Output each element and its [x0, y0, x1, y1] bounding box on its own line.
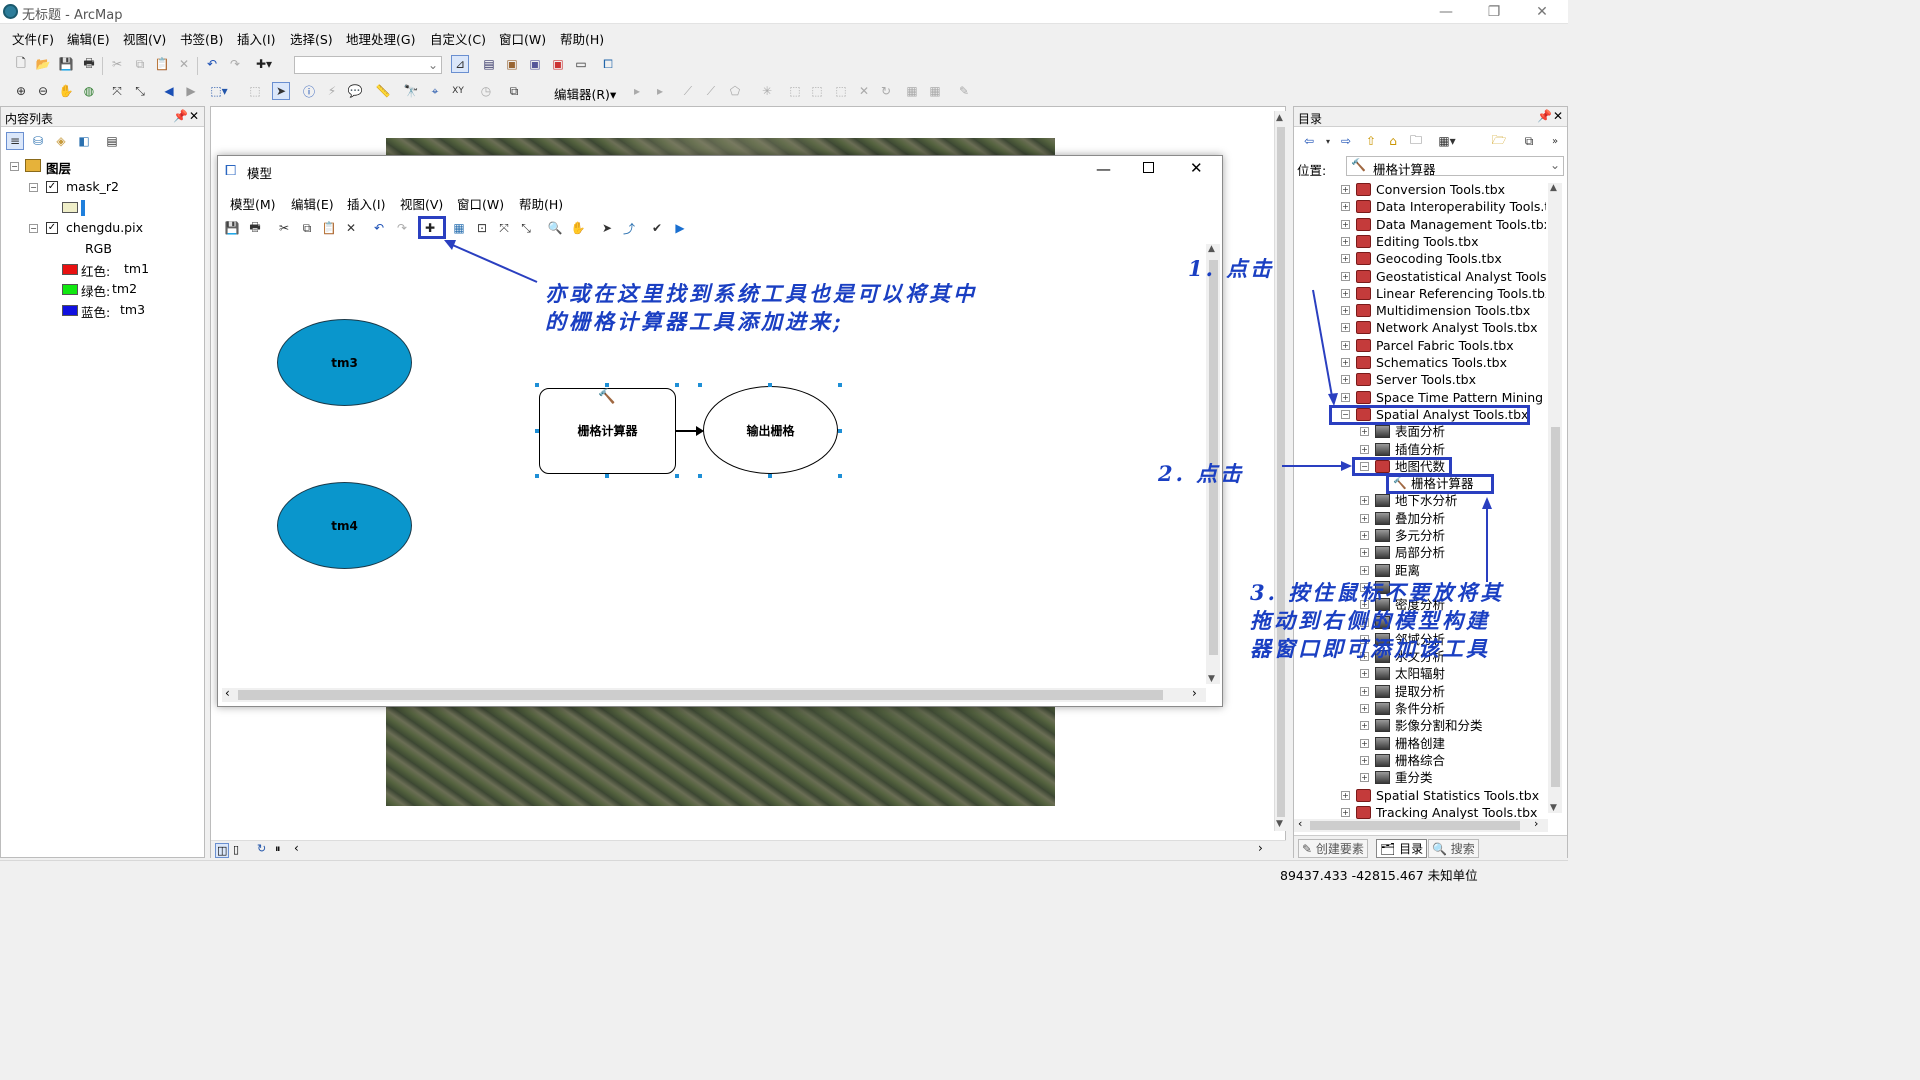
annotation-step-3-line2: 拖动到右侧的模型构建 [1250, 608, 1490, 633]
status-bar: 89437.433 -42815.467 未知单位 [0, 860, 1568, 883]
annotation-arrows [444, 240, 1492, 582]
status-coordinates: 89437.433 -42815.467 未知单位 [1280, 868, 1478, 883]
annotation-text-0-line2: 的栅格计算器工具添加进来; [545, 309, 844, 334]
highlight-spatial-analyst [1329, 405, 1530, 425]
annotation-step-1: 1. 点击 [1188, 256, 1275, 281]
annotation-step-2: 2. 点击 [1158, 461, 1245, 486]
annotation-step-3-line3: 器窗口即可添加该工具 [1250, 636, 1490, 661]
annotation-text-0-line1: 亦或在这里找到系统工具也是可以将其中 [545, 281, 977, 306]
highlight-raster-calculator [1386, 474, 1494, 494]
annotation-step-3-line1: 3. 按住鼠标不要放将其 [1250, 580, 1505, 605]
